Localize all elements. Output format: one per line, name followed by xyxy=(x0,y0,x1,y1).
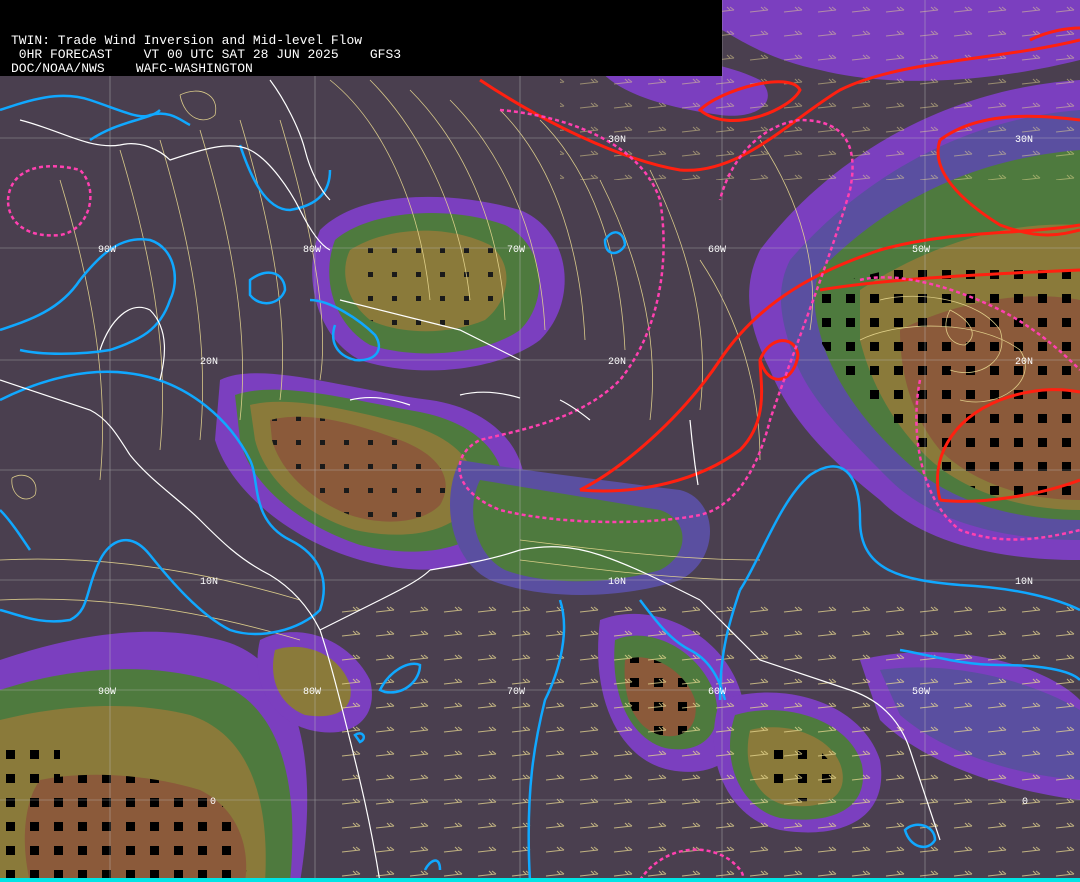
lat-label-20n-b: 20N xyxy=(608,357,626,368)
lon-label-50w-b: 50W xyxy=(912,687,930,698)
lat-label-10n-a: 10N xyxy=(200,577,218,588)
lon-label-90w-b: 90W xyxy=(98,687,116,698)
lon-label-80w-b: 80W xyxy=(303,687,321,698)
header-forecast-line: 0HR FORECAST VT 00 UTC SAT 28 JUN 2025 G… xyxy=(11,47,402,62)
lon-label-70w-b: 70W xyxy=(507,687,525,698)
lon-label-70w: 70W xyxy=(507,245,525,256)
lat-label-10n-b: 10N xyxy=(608,577,626,588)
lat-label-20n-a: 20N xyxy=(200,357,218,368)
weather-map: 30N 30N 20N 20N 20N 10N 10N 10N 0 0 90W … xyxy=(0,0,1080,882)
lat-label-0-a: 0 xyxy=(210,797,216,808)
lon-label-60w-b: 60W xyxy=(708,687,726,698)
chart-header: TWIN: Trade Wind Inversion and Mid-level… xyxy=(0,0,722,76)
lon-label-60w: 60W xyxy=(708,245,726,256)
bottom-border xyxy=(0,878,1080,882)
wind-barb-field xyxy=(330,590,1080,880)
lat-label-10n-c: 10N xyxy=(1015,577,1033,588)
lon-label-90w: 90W xyxy=(98,245,116,256)
lat-label-20n-c: 20N xyxy=(1015,357,1033,368)
header-title: TWIN: Trade Wind Inversion and Mid-level… xyxy=(11,33,363,48)
lat-label-30n-a: 30N xyxy=(608,135,626,146)
lat-label-0-b: 0 xyxy=(1022,797,1028,808)
lat-label-30n-b: 30N xyxy=(1015,135,1033,146)
header-source-line: DOC/NOAA/NWS WAFC-WASHINGTON xyxy=(11,61,253,76)
lon-label-80w: 80W xyxy=(303,245,321,256)
lon-label-50w: 50W xyxy=(912,245,930,256)
